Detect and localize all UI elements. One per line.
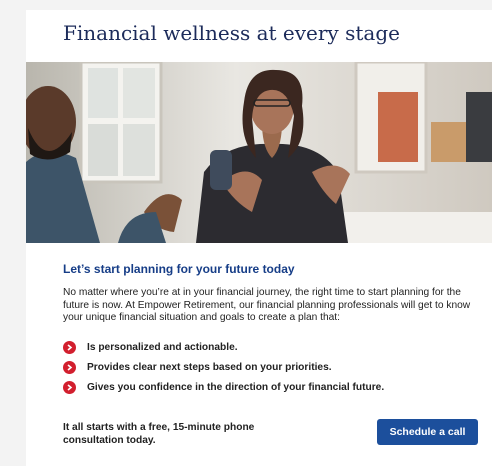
schedule-call-button[interactable]: Schedule a call (377, 419, 478, 445)
benefit-item: Provides clear next steps based on your … (63, 360, 384, 375)
section-subheading: Let’s start planning for your future tod… (63, 262, 295, 276)
chevron-right-icon (63, 361, 76, 374)
benefit-item: Is personalized and actionable. (63, 340, 384, 355)
benefit-label: Is personalized and actionable. (87, 342, 238, 353)
hero-photo (26, 62, 492, 243)
benefits-list: Is personalized and actionable. Provides… (63, 340, 384, 400)
cta-text: It all starts with a free, 15-minute pho… (63, 422, 255, 446)
chevron-right-icon (63, 341, 76, 354)
benefit-label: Provides clear next steps based on your … (87, 362, 332, 373)
intro-paragraph: No matter where you’re at in your financ… (63, 287, 471, 323)
content-card: Financial wellness at every stage Let’s … (26, 10, 492, 466)
benefit-label: Gives you confidence in the direction of… (87, 382, 385, 393)
chevron-right-icon (63, 381, 76, 394)
card-title: Financial wellness at every stage (63, 21, 400, 45)
benefit-item: Gives you confidence in the direction of… (63, 380, 384, 395)
